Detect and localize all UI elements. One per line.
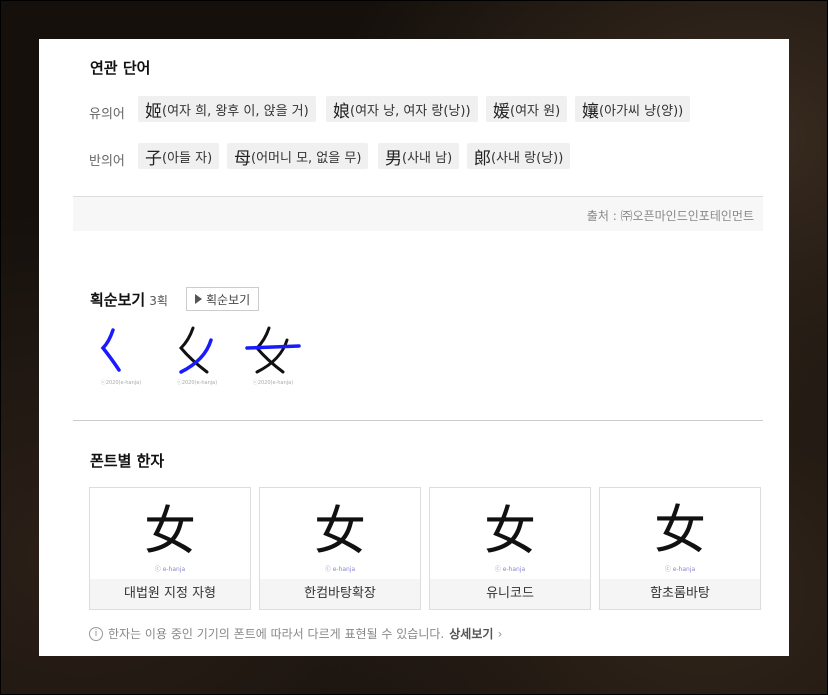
antonym-label: 반의어 [89,154,125,169]
synonym-chip[interactable]: 孃 (아가씨 냥(양)) [575,96,691,122]
play-icon [195,294,202,304]
stroke-frame-caption: ⓒ2020(e-hanja) [176,380,218,386]
antonym-hanja: 母 [234,148,251,169]
antonym-desc: (아들 자) [162,150,213,166]
font-card[interactable]: 女 ⓒ e-hanja 한컴바탕확장 [259,487,421,610]
font-glyph: 女 [483,502,536,562]
stroke-frame-1: ⓒ2020(e-hanja) [91,324,151,386]
font-glyph-caption: ⓒ e-hanja [154,566,186,573]
synonym-desc: (여자 낭, 여자 랑(낭)) [350,103,471,119]
stroke-order-button[interactable]: 획순보기 [186,287,260,311]
synonym-chip[interactable]: 娘 (여자 낭, 여자 랑(낭)) [326,96,478,122]
font-notice: i 한자는 이용 중인 기기의 폰트에 따라서 다르게 표현될 수 있습니다. … [89,625,502,642]
stroke-2-icon [178,326,213,374]
synonym-desc: (여자 희, 왕후 이, 앉을 거) [162,103,309,119]
font-name: 함초롬바탕 [600,579,760,609]
antonym-chip[interactable]: 男 (사내 남) [378,143,460,169]
font-hanja-title: 폰트별 한자 [90,452,165,470]
antonym-desc: (어머니 모, 없을 무) [251,150,362,166]
synonym-hanja: 孃 [582,101,599,122]
font-notice-text: 한자는 이용 중인 기기의 폰트에 따라서 다르게 표현될 수 있습니다. [108,627,445,641]
stroke-1-icon [100,328,121,372]
synonym-chip[interactable]: 媛 (여자 원) [486,96,568,122]
synonym-desc: (여자 원) [510,103,561,119]
stroke-order-title: 획순보기 3획 [90,289,168,310]
stroke-frame-2: ⓒ2020(e-hanja) [167,324,227,386]
content-panel: 연관 단어 유의어 姬 (여자 희, 왕후 이, 앉을 거) 娘 (여자 낭, 여자… [39,39,789,656]
font-card[interactable]: 女 ⓒ e-hanja 유니코드 [429,487,591,610]
font-card[interactable]: 女 ⓒ e-hanja 함초롬바탕 [599,487,761,610]
source-text: 출처 : ㈜오픈마인드인포테인먼트 [586,209,754,223]
antonym-desc: (사내 남) [402,150,453,166]
font-card[interactable]: 女 ⓒ e-hanja 대법원 지정 자형 [89,487,251,610]
antonym-chip[interactable]: 母 (어머니 모, 없을 무) [227,143,369,169]
stroke-order-title-text: 획순보기 [90,291,146,309]
font-glyph-caption: ⓒ e-hanja [324,566,356,573]
stroke-frame-caption: ⓒ2020(e-hanja) [100,380,142,386]
antonym-chip[interactable]: 子 (아들 자) [138,143,220,169]
synonym-hanja: 娘 [333,101,350,122]
stroke-frame-caption: ⓒ2020(e-hanja) [252,380,294,386]
antonym-hanja: 郞 [474,148,491,169]
font-name: 한컴바탕확장 [260,579,420,609]
font-glyph: 女 [143,502,196,562]
font-glyph-caption: ⓒ e-hanja [494,566,526,573]
source-bar: 출처 : ㈜오픈마인드인포테인먼트 [73,196,763,231]
stroke-count: 3획 [149,294,168,308]
synonym-label: 유의어 [89,107,125,122]
detail-link-label: 상세보기 [449,627,494,641]
synonym-hanja: 媛 [493,101,510,122]
font-name: 대법원 지정 자형 [90,579,250,609]
synonym-desc: (아가씨 냥(양)) [599,103,684,119]
chevron-right-icon: › [497,627,503,641]
font-glyph: 女 [653,503,706,560]
font-glyph-caption: ⓒ e-hanja [664,566,696,573]
antonym-desc: (사내 랑(낭)) [491,150,564,166]
section-divider [73,420,763,421]
detail-link[interactable]: 상세보기 › [449,625,502,642]
info-icon: i [89,626,103,641]
synonym-hanja: 姬 [145,101,162,122]
font-name: 유니코드 [430,579,590,609]
font-glyph: 女 [313,502,366,562]
stroke-3-icon [245,326,301,374]
related-words-title: 연관 단어 [90,59,151,77]
synonym-chip[interactable]: 姬 (여자 희, 왕후 이, 앉을 거) [138,96,316,122]
antonym-hanja: 男 [385,148,402,169]
stroke-order-button-label: 획순보기 [206,292,251,307]
stroke-frame-3: ⓒ2020(e-hanja) [243,324,303,386]
antonym-chip[interactable]: 郞 (사내 랑(낭)) [467,143,571,169]
antonym-hanja: 子 [145,148,162,169]
